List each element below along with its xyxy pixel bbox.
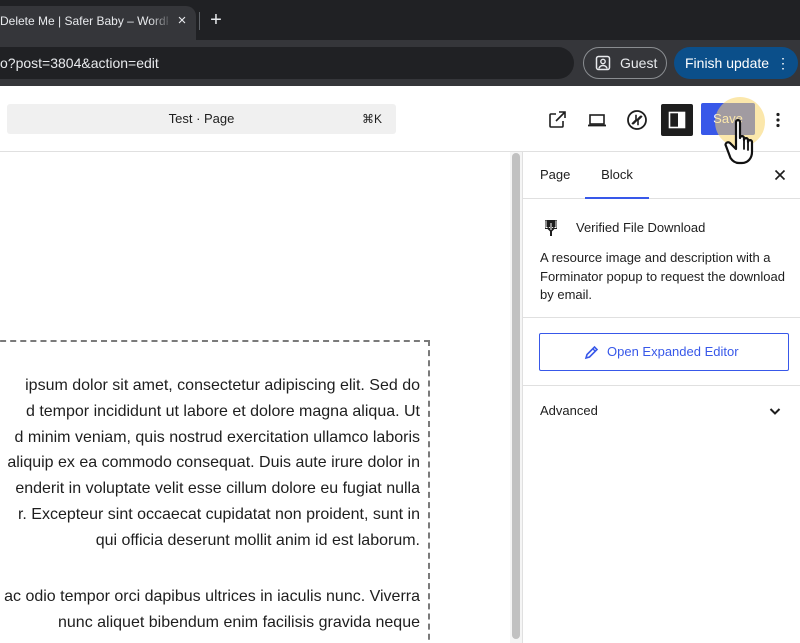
chevron-down-icon — [769, 408, 781, 415]
editor-header: Test · Page ⌘K Save — [0, 86, 800, 152]
open-expanded-editor-label: Open Expanded Editor — [607, 344, 739, 359]
paragraph-line[interactable]: ac odio tempor orci dapibus ultrices in … — [0, 584, 420, 610]
options-menu-button[interactable] — [772, 108, 784, 132]
document-title: Test · Page — [168, 111, 235, 126]
settings-sidebar-toggle[interactable] — [661, 104, 693, 136]
paragraph-line[interactable]: qui officia deserunt mollit anim id est … — [0, 528, 420, 554]
guest-label: Guest — [620, 55, 658, 71]
tab-close-icon[interactable]: × — [175, 6, 189, 36]
editor-canvas[interactable]: ipsum dolor sit amet, consectetur adipis… — [0, 152, 510, 643]
pencil-icon — [584, 345, 599, 360]
tab-title-fade — [150, 6, 172, 40]
browser-tab-bar: Delete Me | Safer Baby – WordPress × + — [0, 0, 800, 40]
sidebar-settings-icon — [668, 111, 686, 129]
command-shortcut: ⌘K — [361, 112, 382, 126]
browser-toolbar: o?post=3804&action=edit Guest Finish upd… — [0, 40, 800, 86]
advanced-label: Advanced — [540, 403, 598, 418]
tab-title: Delete Me | Safer Baby – WordPress — [0, 14, 168, 28]
expanded-editor-panel: Open Expanded Editor — [523, 318, 800, 386]
paragraph-line[interactable]: d minim veniam, quis nostrud exercitatio… — [0, 425, 420, 451]
block-title: Verified File Download — [576, 220, 706, 235]
block-card: Verified File Download A resource image … — [523, 200, 800, 318]
paragraph-line[interactable]: aliquip ex ea commodo consequat. Duis au… — [0, 450, 420, 476]
paragraph-line[interactable]: ipsum dolor sit amet, consectetur adipis… — [0, 373, 420, 399]
view-page-button[interactable] — [545, 108, 569, 132]
tab-separator — [199, 12, 200, 30]
paragraph-line[interactable]: nunc aliquet bibendum enim facilisis gra… — [0, 610, 420, 636]
paragraph-line[interactable]: enderit in voluptate velit esse cillum d… — [0, 476, 420, 502]
address-bar-url: o?post=3804&action=edit — [0, 55, 159, 71]
settings-sidebar: Page Block Verified File Download A reso… — [522, 152, 800, 643]
download-marker-icon — [545, 220, 557, 236]
finish-update-label: Finish update — [685, 55, 770, 71]
jetpack-icon — [627, 110, 647, 130]
tab-page[interactable]: Page — [540, 152, 576, 199]
tab-block[interactable]: Block — [585, 152, 649, 199]
command-palette-bar[interactable]: Test · Page ⌘K — [7, 104, 396, 134]
device-preview-button[interactable] — [585, 108, 609, 132]
advanced-panel-toggle[interactable]: Advanced — [523, 386, 800, 436]
more-vertical-icon — [776, 112, 780, 128]
finish-update-button[interactable]: Finish update ⋮ — [674, 47, 798, 79]
jetpack-button[interactable] — [625, 108, 649, 132]
new-tab-button[interactable]: + — [206, 8, 226, 32]
browser-tab[interactable]: Delete Me | Safer Baby – WordPress × — [0, 6, 196, 40]
close-icon[interactable] — [772, 167, 788, 183]
paragraph-line[interactable]: d tempor incididunt ut labore et dolore … — [0, 399, 420, 425]
open-expanded-editor-button[interactable]: Open Expanded Editor — [539, 333, 789, 371]
guest-profile-icon — [595, 55, 611, 71]
address-bar[interactable]: o?post=3804&action=edit — [0, 47, 574, 79]
guest-profile-button[interactable]: Guest — [583, 47, 667, 79]
external-link-icon — [549, 111, 566, 128]
hand-cursor-icon — [724, 119, 754, 165]
paragraph-line[interactable]: r. Excepteur sint occaecat cupidatat non… — [0, 502, 420, 528]
laptop-preview-icon — [588, 114, 606, 127]
canvas-scrollbar-thumb[interactable] — [512, 153, 520, 639]
block-description: A resource image and description with a … — [540, 250, 785, 302]
browser-menu-icon[interactable]: ⋮ — [776, 47, 790, 79]
